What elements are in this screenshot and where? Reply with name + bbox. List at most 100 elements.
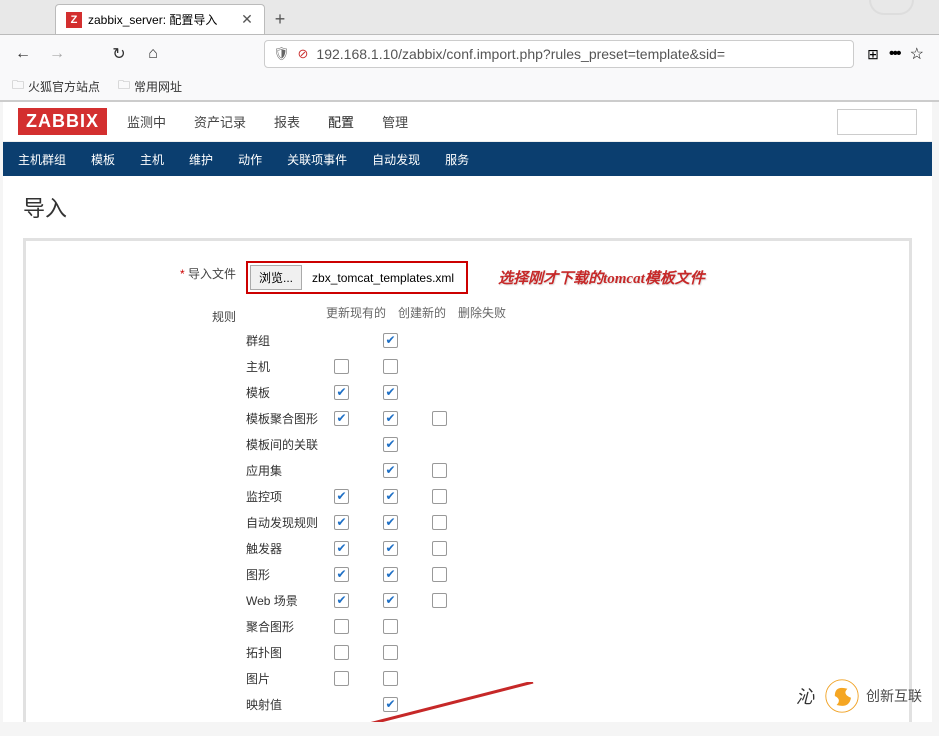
- subnav-templates[interactable]: 模板: [91, 151, 115, 168]
- nav-administration[interactable]: 管理: [382, 104, 408, 139]
- checkbox[interactable]: [334, 411, 349, 426]
- subnav-discovery[interactable]: 自动发现: [372, 151, 420, 168]
- close-icon[interactable]: ✕: [240, 13, 254, 27]
- checkbox[interactable]: [383, 593, 398, 608]
- checkbox[interactable]: [432, 593, 447, 608]
- subnav-hosts[interactable]: 主机: [140, 151, 164, 168]
- subnav-correlation[interactable]: 关联项事件: [287, 151, 347, 168]
- checkbox[interactable]: [432, 541, 447, 556]
- rule-row: 自动发现规则: [246, 509, 909, 535]
- bookmark-item[interactable]: 🗀 常用网址: [118, 76, 182, 97]
- tab-favicon: Z: [66, 12, 82, 28]
- nav-monitoring[interactable]: 监测中: [127, 104, 166, 139]
- checkbox[interactable]: [383, 437, 398, 452]
- new-tab-button[interactable]: +: [265, 4, 295, 34]
- checkbox[interactable]: [383, 359, 398, 374]
- watermark: 沁 创新互联: [796, 678, 922, 714]
- url-text: 192.168.1.10/zabbix/conf.import.php?rule…: [316, 46, 845, 62]
- nav-reports[interactable]: 报表: [274, 104, 300, 139]
- zabbix-logo[interactable]: ZABBIX: [18, 108, 107, 135]
- home-button[interactable]: ⌂: [140, 41, 166, 67]
- subnav-actions[interactable]: 动作: [238, 151, 262, 168]
- browser-tab[interactable]: Z zabbix_server: 配置导入 ✕: [55, 4, 265, 34]
- checkbox[interactable]: [383, 489, 398, 504]
- rule-row: 应用集: [246, 457, 909, 483]
- browse-button[interactable]: 浏览...: [250, 265, 302, 290]
- checkbox[interactable]: [334, 359, 349, 374]
- rule-label: 映射值: [246, 696, 326, 713]
- url-bar[interactable]: 🛡 ⊘ 192.168.1.10/zabbix/conf.import.php?…: [264, 40, 854, 68]
- rule-cells: [334, 619, 447, 634]
- rule-label: 图片: [246, 670, 326, 687]
- annotation-text: 选择刚才下载的tomcat模板文件: [498, 267, 705, 288]
- checkbox[interactable]: [432, 489, 447, 504]
- rule-row: 触发器: [246, 535, 909, 561]
- forward-button[interactable]: →: [44, 41, 70, 67]
- watermark-text: 创新互联: [866, 686, 922, 706]
- bookmark-star-icon[interactable]: ☆: [910, 44, 924, 64]
- checkbox[interactable]: [383, 411, 398, 426]
- subnav-maintenance[interactable]: 维护: [189, 151, 213, 168]
- rule-row: 聚合图形: [246, 613, 909, 639]
- col-delete: 删除失败: [458, 304, 506, 321]
- checkbox[interactable]: [432, 463, 447, 478]
- search-input[interactable]: [837, 109, 917, 135]
- rule-cells: [334, 567, 447, 582]
- subnav-hostgroups[interactable]: 主机群组: [18, 151, 66, 168]
- rules-label: 规则: [156, 304, 246, 325]
- nav-inventory[interactable]: 资产记录: [194, 104, 246, 139]
- checkbox[interactable]: [383, 385, 398, 400]
- selected-file-name: zbx_tomcat_templates.xml: [302, 271, 464, 285]
- top-nav: 监测中 资产记录 报表 配置 管理: [127, 104, 408, 139]
- menu-dots-icon[interactable]: •••: [889, 45, 900, 63]
- rule-label: Web 场景: [246, 592, 326, 609]
- shield-icon: 🛡: [273, 46, 290, 62]
- checkbox[interactable]: [432, 411, 447, 426]
- nav-bar: ← → ↻ ⌂ 🛡 ⊘ 192.168.1.10/zabbix/conf.imp…: [0, 35, 939, 73]
- col-create: 创建新的: [398, 304, 446, 321]
- checkbox[interactable]: [383, 541, 398, 556]
- rule-label: 模板间的关联: [246, 436, 326, 453]
- checkbox[interactable]: [383, 515, 398, 530]
- checkbox[interactable]: [432, 515, 447, 530]
- checkbox[interactable]: [383, 645, 398, 660]
- checkbox[interactable]: [432, 567, 447, 582]
- bookmark-label: 火狐官方站点: [28, 78, 100, 95]
- subnav-services[interactable]: 服务: [445, 151, 469, 168]
- rule-label: 聚合图形: [246, 618, 326, 635]
- rule-cells: [334, 515, 447, 530]
- checkbox[interactable]: [334, 619, 349, 634]
- rule-cells: [334, 593, 447, 608]
- rule-label: 图形: [246, 566, 326, 583]
- checkbox[interactable]: [334, 645, 349, 660]
- checkbox[interactable]: [334, 385, 349, 400]
- checkbox[interactable]: [334, 671, 349, 686]
- rule-cells: [334, 671, 447, 686]
- rule-label: 主机: [246, 358, 326, 375]
- checkbox: [432, 645, 447, 660]
- rule-label: 模板聚合图形: [246, 410, 326, 427]
- checkbox[interactable]: [383, 333, 398, 348]
- checkbox[interactable]: [383, 697, 398, 712]
- checkbox[interactable]: [383, 463, 398, 478]
- qr-icon[interactable]: ⊞: [867, 46, 879, 63]
- checkbox[interactable]: [334, 541, 349, 556]
- checkbox[interactable]: [334, 593, 349, 608]
- checkbox[interactable]: [383, 619, 398, 634]
- checkbox[interactable]: [334, 567, 349, 582]
- rule-row: 主机: [246, 353, 909, 379]
- checkbox[interactable]: [383, 671, 398, 686]
- watermark-script: 沁: [796, 683, 814, 709]
- col-update: 更新现有的: [326, 304, 386, 321]
- nav-configuration[interactable]: 配置: [328, 104, 354, 139]
- rule-label: 应用集: [246, 462, 326, 479]
- folder-icon: 🗀: [12, 76, 24, 97]
- rule-row: 监控项: [246, 483, 909, 509]
- reload-button[interactable]: ↻: [106, 41, 132, 67]
- back-button[interactable]: ←: [10, 41, 36, 67]
- bookmark-item[interactable]: 🗀 火狐官方站点: [12, 76, 100, 97]
- checkbox[interactable]: [334, 489, 349, 504]
- checkbox: [334, 437, 349, 452]
- checkbox[interactable]: [383, 567, 398, 582]
- checkbox[interactable]: [334, 515, 349, 530]
